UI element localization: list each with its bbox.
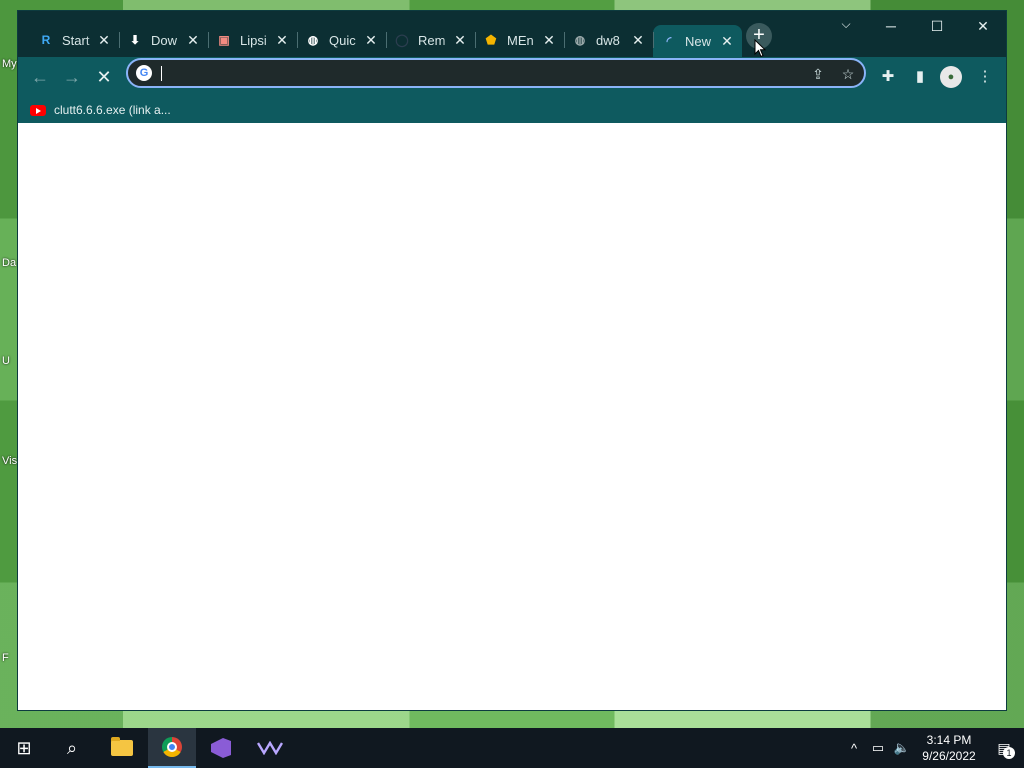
app-logo-icon: [257, 741, 283, 755]
notifications-button[interactable]: ▤ 1: [984, 728, 1024, 768]
globe-icon: ◍: [307, 33, 319, 47]
browser-tab[interactable]: ◍ Quic ✕: [297, 25, 386, 55]
browser-tab[interactable]: ⬟ MEn ✕: [475, 25, 564, 55]
tab-close-icon[interactable]: ✕: [186, 32, 200, 49]
page-content[interactable]: [18, 123, 1006, 710]
loading-spinner-icon: ◜: [666, 34, 672, 48]
visual-studio-button[interactable]: [197, 728, 245, 768]
tab-title: dw8: [596, 32, 620, 48]
tab-close-icon[interactable]: ✕: [542, 32, 556, 49]
globe-icon: ◍: [574, 33, 586, 47]
tab-title: Quic: [329, 32, 356, 48]
forward-button[interactable]: →: [58, 63, 86, 91]
start-button[interactable]: ⊞: [0, 728, 48, 768]
side-panel-icon[interactable]: ▮: [906, 63, 934, 91]
download-icon: ⬇: [129, 33, 141, 47]
close-window-button[interactable]: ✕: [960, 11, 1006, 41]
tab-title: Lipsi: [240, 32, 267, 48]
window-controls: ─ ☐ ✕: [868, 11, 1006, 41]
clock[interactable]: 3:14 PM 9/26/2022: [914, 732, 984, 764]
circle-icon: ◯: [395, 33, 409, 47]
tab-close-icon[interactable]: ✕: [453, 32, 467, 49]
notification-count-badge: 1: [1003, 747, 1015, 759]
bookmarks-bar: clutt6.6.6.exe (link a...: [18, 97, 1006, 123]
chrome-icon: [162, 737, 182, 757]
search-button[interactable]: ⌕: [48, 728, 96, 768]
system-tray: ^ ▭ 🔈 3:14 PM 9/26/2022 ▤ 1: [842, 728, 1024, 768]
menu-kebab-icon[interactable]: ⋮: [971, 63, 999, 91]
mouse-pointer-icon: [754, 39, 766, 58]
volume-icon[interactable]: 🔈: [890, 740, 914, 756]
search-icon: ⌕: [66, 737, 78, 758]
chrome-taskbar-button[interactable]: [148, 728, 196, 768]
maximize-button[interactable]: ☐: [914, 11, 960, 41]
youtube-icon: [30, 104, 46, 116]
image-icon: ▣: [218, 33, 230, 47]
tab-close-icon[interactable]: ✕: [364, 32, 378, 49]
clock-time: 3:14 PM: [926, 733, 972, 747]
network-icon[interactable]: ▭: [866, 740, 890, 756]
toolbar: ← → ✕ G ⇪ ☆ ✚ ▮ ● ⋮: [18, 57, 1006, 97]
app-taskbar-button[interactable]: [246, 728, 294, 768]
tab-title: New: [685, 33, 712, 49]
taskbar: ⊞ ⌕ ^ ▭ 🔈 3:14 PM 9/26/2022 ▤ 1: [0, 728, 1024, 768]
extensions-puzzle-icon[interactable]: ✚: [874, 63, 902, 91]
browser-tab[interactable]: ◯ Rem ✕: [386, 25, 475, 55]
back-button[interactable]: ←: [26, 63, 54, 91]
tab-search-chevron-icon[interactable]: ⌵: [836, 17, 856, 37]
minimize-button[interactable]: ─: [868, 11, 914, 41]
r-icon: R: [41, 33, 51, 47]
desktop-icon-label[interactable]: F: [2, 652, 9, 664]
desktop-icon-label[interactable]: Vis: [2, 455, 17, 467]
tab-strip: R Start ✕ ⬇ Dow ✕ ▣ Lipsi ✕ ◍ Quic ✕ ◯ Rem ✕ ⬟ MEn ✕ ◍ dw8 ✕…: [30, 23, 742, 57]
browser-tab[interactable]: ▣ Lipsi ✕: [208, 25, 297, 55]
bookmark-star-icon[interactable]: ☆: [838, 64, 858, 84]
tab-title: Start: [62, 32, 90, 48]
tab-close-icon[interactable]: ✕: [275, 32, 289, 49]
profile-avatar[interactable]: ●: [940, 66, 962, 88]
desktop-icon-label[interactable]: My: [2, 58, 17, 70]
visual-studio-icon: [211, 738, 231, 758]
desktop-icon-label[interactable]: U: [2, 355, 10, 367]
tab-close-icon[interactable]: ✕: [631, 32, 645, 49]
google-icon: G: [136, 65, 152, 81]
pentagon-icon: ⬟: [485, 33, 497, 47]
tab-close-icon[interactable]: ✕: [97, 32, 111, 49]
share-icon[interactable]: ⇪: [808, 64, 828, 84]
address-bar[interactable]: G ⇪ ☆: [126, 58, 866, 88]
bookmark-item[interactable]: clutt6.6.6.exe (link a...: [30, 99, 171, 121]
browser-tab[interactable]: R Start ✕: [30, 25, 119, 55]
tray-chevron-icon[interactable]: ^: [842, 741, 866, 756]
clock-date: 9/26/2022: [922, 749, 976, 763]
tab-title: Dow: [151, 32, 178, 48]
file-explorer-button[interactable]: [98, 728, 146, 768]
title-bar: R Start ✕ ⬇ Dow ✕ ▣ Lipsi ✕ ◍ Quic ✕ ◯ Rem ✕ ⬟ MEn ✕ ◍ dw8 ✕…: [18, 11, 1006, 57]
browser-tab[interactable]: ⬇ Dow ✕: [119, 25, 208, 55]
bookmark-label: clutt6.6.6.exe (link a...: [54, 103, 171, 117]
address-input[interactable]: [160, 63, 760, 83]
browser-window: R Start ✕ ⬇ Dow ✕ ▣ Lipsi ✕ ◍ Quic ✕ ◯ Rem ✕ ⬟ MEn ✕ ◍ dw8 ✕…: [17, 10, 1007, 711]
browser-tab[interactable]: ◜ New ✕: [653, 25, 742, 57]
stop-loading-button[interactable]: ✕: [90, 63, 118, 91]
browser-tab[interactable]: ◍ dw8 ✕: [564, 25, 653, 55]
windows-logo-icon: ⊞: [16, 737, 32, 758]
folder-icon: [111, 737, 133, 756]
tab-title: Rem: [418, 32, 446, 48]
tab-title: MEn: [507, 32, 534, 48]
desktop-icon-label[interactable]: Da: [2, 257, 16, 269]
tab-close-icon[interactable]: ✕: [720, 33, 734, 50]
